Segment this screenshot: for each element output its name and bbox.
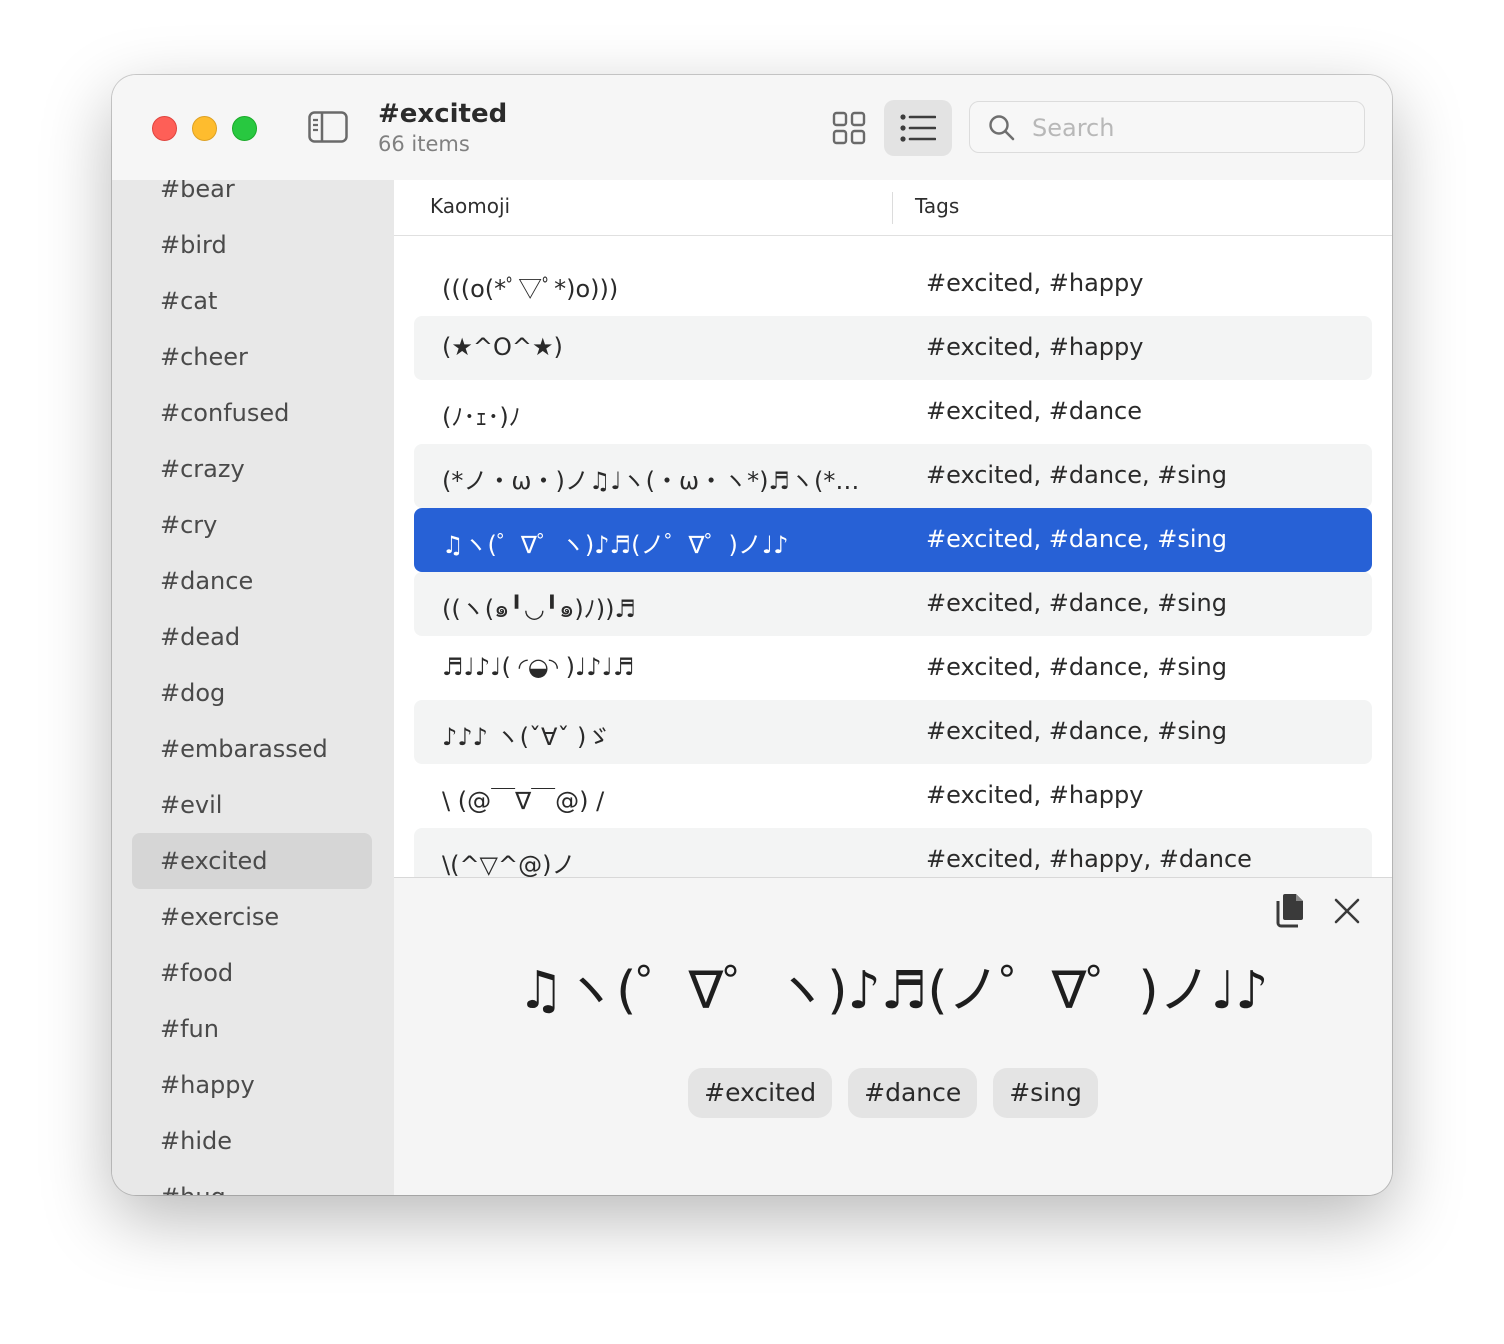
sidebar-icon [308,111,348,143]
table-row[interactable]: \ (@￣∇￣@) / #excited, #happy [414,764,1372,828]
sidebar-toggle-button[interactable] [308,111,348,143]
sidebar-item-excited[interactable]: #excited [132,833,372,889]
tags-cell: #excited, #happy [926,333,1144,361]
table-header: Kaomoji Tags [394,180,1392,236]
sidebar-item-happy[interactable]: #happy [132,1057,372,1113]
tag-chip-excited[interactable]: #excited [688,1068,833,1118]
column-divider[interactable] [892,192,893,224]
grid-icon [832,111,866,145]
table-row[interactable]: \(^▽^@)ノ #excited, #happy, #dance [414,828,1372,877]
tags-cell: #excited, #dance, #sing [926,653,1227,681]
detail-kaomoji: ♫ヽ(゜∇゜ヽ)♪♬(ノ゜∇゜)ノ♩♪ [517,961,1269,1021]
app-window: #excited 66 items Search #bear #bird #ca… [112,75,1392,1195]
tags-cell: #excited, #dance, #sing [926,461,1227,489]
sidebar-item-dead[interactable]: #dead [132,609,372,665]
sidebar-item-evil[interactable]: #evil [132,777,372,833]
kaomoji-cell: ♫ヽ(゜∇゜ヽ)♪♬(ノ゜∇゜)ノ♩♪ [442,531,789,559]
tags-cell: #excited, #happy, #dance [926,845,1252,873]
window-title: #excited [378,99,508,129]
sidebar-item-hide[interactable]: #hide [132,1113,372,1169]
close-icon [1334,898,1360,924]
list-icon [900,114,936,142]
table-row[interactable]: (*ノ・ω・)ノ♫♩ヽ(・ω・ヽ*)♬ヽ(*・ω・)ノ♪ #excited, #d… [414,444,1372,508]
sidebar-item-cry[interactable]: #cry [132,497,372,553]
sidebar-item-cat[interactable]: #cat [132,273,372,329]
search-input[interactable] [1030,110,1354,146]
tags-cell: #excited, #dance, #sing [926,525,1227,553]
sidebar-tag-list: #bear #bird #cat #cheer #confused #crazy #cry #… [132,180,372,1195]
tags-cell: #excited, #happy [926,781,1144,809]
close-window-button[interactable] [152,116,177,141]
kaomoji-cell: ((ヽ(๑╹◡╹๑)ﾉ))♬ [442,595,637,623]
column-header-kaomoji[interactable]: Kaomoji [430,194,510,218]
detail-tag-chips: #excited #dance #sing [394,1068,1392,1118]
minimize-window-button[interactable] [192,116,217,141]
tags-cell: #excited, #happy [926,269,1144,297]
title-block: #excited 66 items [378,99,507,158]
item-count: 66 items [378,132,470,156]
search-field[interactable] [969,101,1365,153]
copy-button[interactable] [1274,892,1308,928]
kaomoji-cell: (ﾉ･ｪ･)ﾉ [442,403,521,431]
sidebar: #bear #bird #cat #cheer #confused #crazy #cry #… [112,180,394,1195]
tags-cell: #excited, #dance, #sing [926,717,1227,745]
search-icon [989,115,1015,141]
table-row[interactable]: ((ヽ(๑╹◡╹๑)ﾉ))♬ #excited, #dance, #sing [414,572,1372,636]
close-detail-button[interactable] [1332,896,1362,926]
column-header-tags[interactable]: Tags [915,194,959,218]
sidebar-item-bird[interactable]: #bird [132,217,372,273]
sidebar-item-hug[interactable]: #hug [132,1169,372,1195]
tag-chip-sing[interactable]: #sing [993,1068,1098,1118]
sidebar-item-fun[interactable]: #fun [132,1001,372,1057]
tags-cell: #excited, #dance, #sing [926,589,1227,617]
detail-panel: ♫ヽ(゜∇゜ヽ)♪♬(ノ゜∇゜)ノ♩♪ #excited #dance #sing [394,877,1392,1195]
kaomoji-cell: ♬♩♪♩( ◜◒◝ )♩♪♩♬ [442,653,635,681]
table-row[interactable]: (((o(*ﾟ▽ﾟ*)o))) #excited, #happy [414,252,1372,316]
table-row[interactable]: (★^O^★) #excited, #happy [414,316,1372,380]
title-bar: #excited 66 items [112,75,1392,180]
grid-view-button[interactable] [815,100,883,156]
tags-cell: #excited, #dance [926,397,1142,425]
sidebar-item-food[interactable]: #food [132,945,372,1001]
sidebar-item-exercise[interactable]: #exercise [132,889,372,945]
zoom-window-button[interactable] [232,116,257,141]
sidebar-item-cheer[interactable]: #cheer [132,329,372,385]
kaomoji-cell: ♪♪♪ ヽ(ˇ∀ˇ )ゞ [442,723,611,751]
table-row[interactable]: ♪♪♪ ヽ(ˇ∀ˇ )ゞ #excited, #dance, #sing [414,700,1372,764]
kaomoji-cell: (*ノ・ω・)ノ♫♩ヽ(・ω・ヽ*)♬ヽ(*・ω・)ノ♪ [442,467,862,495]
table-rows: (((o(*ﾟ▽ﾟ*)o))) #excited, #happy (★^O^★) #e… [414,252,1372,877]
sidebar-item-dance[interactable]: #dance [132,553,372,609]
kaomoji-table: Kaomoji Tags (((o(*ﾟ▽ﾟ*)o))) #excited, #h… [394,180,1392,877]
table-row[interactable]: (ﾉ･ｪ･)ﾉ #excited, #dance [414,380,1372,444]
kaomoji-cell: (((o(*ﾟ▽ﾟ*)o))) [442,275,619,303]
table-row[interactable]: ♫ヽ(゜∇゜ヽ)♪♬(ノ゜∇゜)ノ♩♪ #excited, #dance, #si… [414,508,1372,572]
list-view-button[interactable] [884,100,952,156]
kaomoji-cell: (★^O^★) [442,333,563,361]
sidebar-item-crazy[interactable]: #crazy [132,441,372,497]
kaomoji-cell: \(^▽^@)ノ [442,851,576,877]
kaomoji-cell: \ (@￣∇￣@) / [442,787,605,815]
sidebar-item-bear[interactable]: #bear [132,180,372,217]
sidebar-item-confused[interactable]: #confused [132,385,372,441]
sidebar-item-embarassed[interactable]: #embarassed [132,721,372,777]
copy-icon [1276,894,1303,928]
tag-chip-dance[interactable]: #dance [848,1068,978,1118]
sidebar-item-dog[interactable]: #dog [132,665,372,721]
table-row[interactable]: ♬♩♪♩( ◜◒◝ )♩♪♩♬ #excited, #dance, #sing [414,636,1372,700]
